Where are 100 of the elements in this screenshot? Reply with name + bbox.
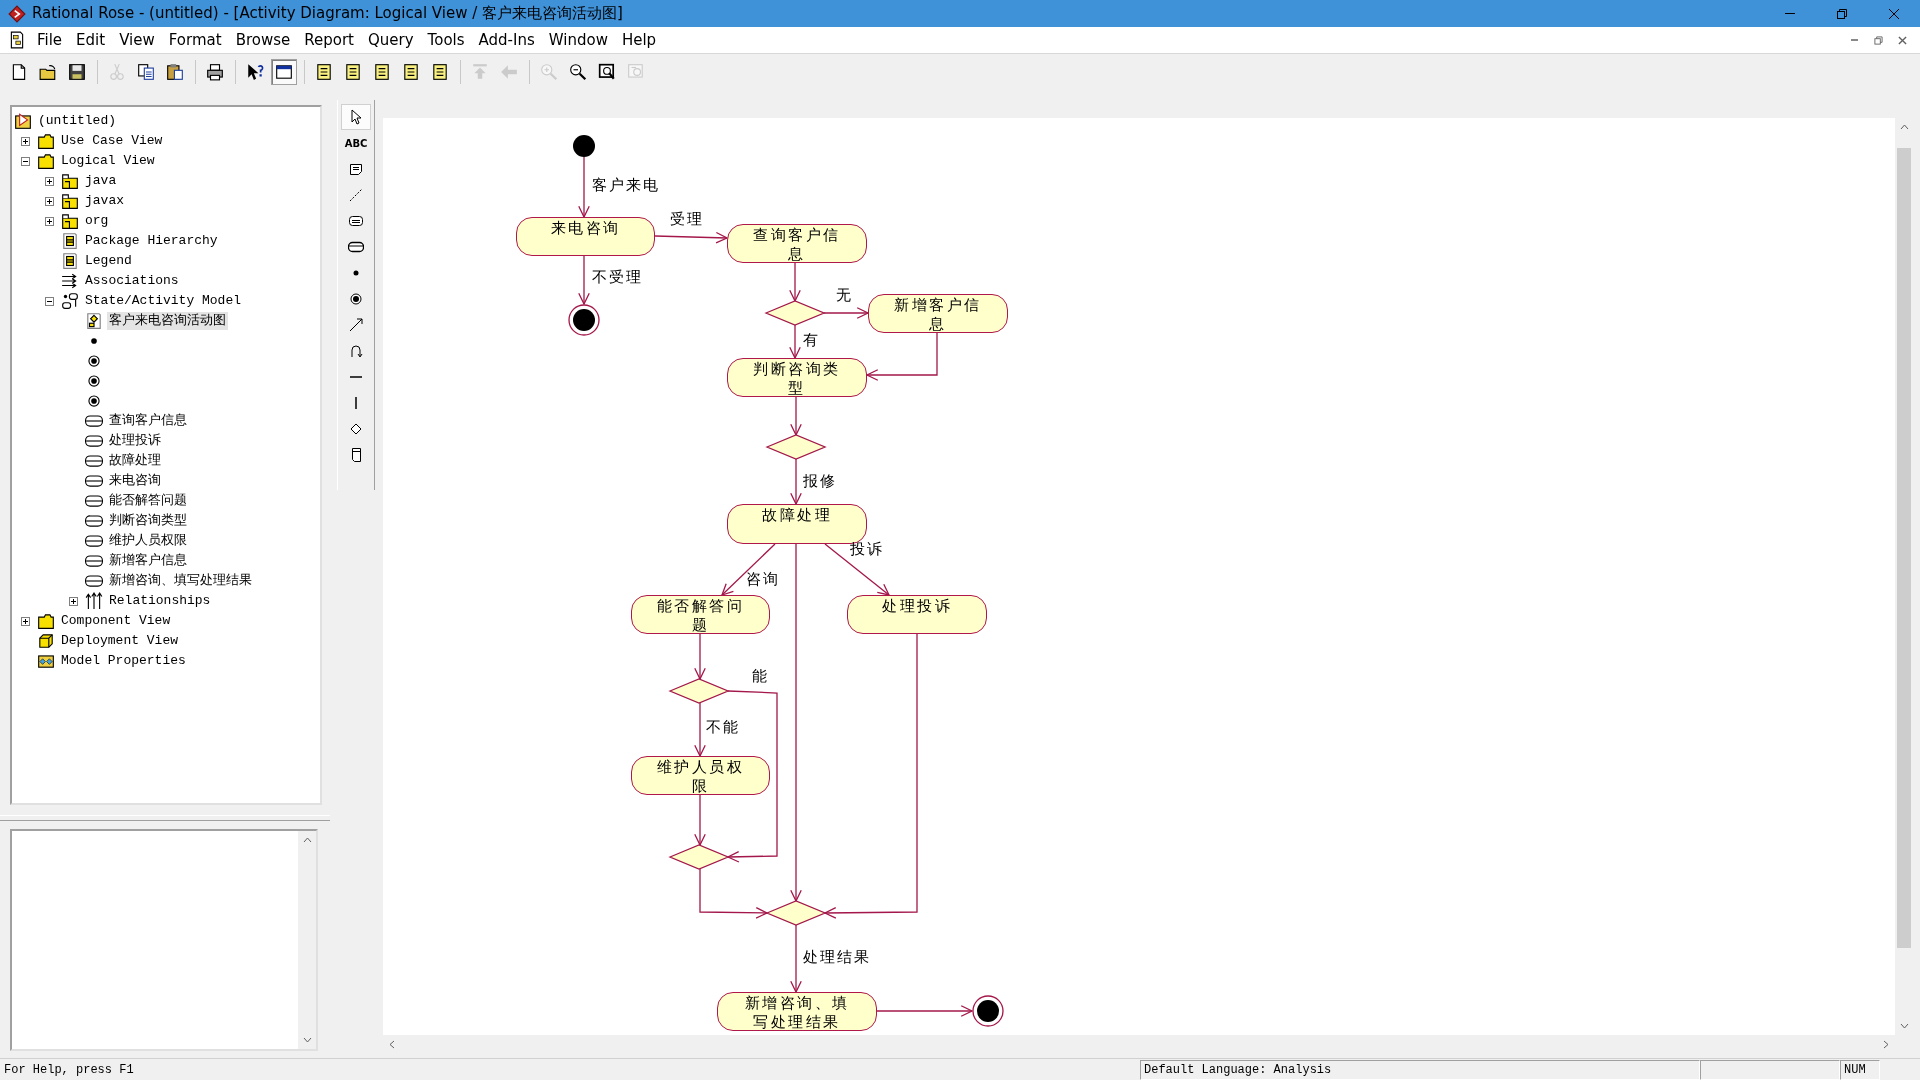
end-state-icon: [348, 291, 364, 307]
diamond-icon: [348, 421, 364, 437]
activity-icon: [85, 552, 103, 570]
tree-item[interactable]: 查询客户信息: [107, 412, 189, 430]
activity-icon: [85, 572, 103, 590]
select-tool-button[interactable]: [341, 104, 371, 130]
plus-box-icon[interactable]: [20, 616, 30, 626]
menu-item[interactable]: Format: [161, 27, 229, 53]
diagram-icon: [61, 252, 79, 270]
clipboard-icon: [166, 63, 184, 81]
state-icon: [348, 213, 364, 229]
activity-icon: [85, 472, 103, 490]
tree-item[interactable]: 判断咨询类型: [107, 512, 189, 530]
properties-icon: [37, 652, 55, 670]
tree-item[interactable]: Associations: [83, 272, 181, 290]
tree-item[interactable]: org: [83, 212, 111, 230]
tree-item[interactable]: 客户来电咨询活动图: [107, 312, 228, 330]
activity-node: 判断咨询类型: [727, 358, 867, 397]
transition-arrow: [789, 262, 801, 303]
chevron-down-icon: [302, 1037, 312, 1043]
tree-item[interactable]: 来电咨询: [107, 472, 163, 490]
activity-diagram-icon: [85, 312, 103, 330]
transition-label: 处理结果: [803, 948, 871, 966]
chevron-up-icon: [1899, 124, 1909, 130]
transition-arrow: [789, 324, 801, 360]
text-tool-button[interactable]: ABC: [341, 130, 371, 156]
tree-item[interactable]: Deployment View: [59, 632, 181, 650]
diagram-icon: [61, 232, 79, 250]
decision-node: [765, 900, 827, 926]
tree-item[interactable]: 故障处理: [107, 452, 163, 470]
window-title: Rational Rose - (untitled) - [Activity Diagram: Logical View / 客户来电咨询活动图]: [31, 3, 623, 25]
menu-item[interactable]: Report: [297, 27, 361, 53]
menu-item[interactable]: Window: [541, 27, 615, 53]
end-state-icon[interactable]: [85, 392, 103, 410]
menu-item[interactable]: Edit: [69, 27, 113, 53]
plus-box-icon[interactable]: [20, 136, 30, 146]
tree-item[interactable]: javax: [83, 192, 126, 210]
loop-arrow-icon: [348, 343, 364, 359]
pointer-icon: [348, 109, 364, 125]
associations-icon: [61, 272, 79, 290]
tree-item[interactable]: 能否解答问题: [107, 492, 189, 510]
scrollbar-thumb[interactable]: [1897, 148, 1911, 948]
end-state-icon[interactable]: [85, 372, 103, 390]
tree-item[interactable]: java: [83, 172, 119, 190]
help-pointer-icon: [246, 63, 264, 81]
tree-item[interactable]: Use Case View: [59, 132, 165, 150]
transition-arrow: [790, 458, 802, 506]
minus-box-icon[interactable]: [20, 156, 30, 166]
tree-item[interactable]: State/Activity Model: [83, 292, 244, 310]
deployment-icon: [37, 632, 55, 650]
plus-box-icon[interactable]: [44, 176, 54, 186]
activity-icon: [85, 512, 103, 530]
tree-item[interactable]: Logical View: [59, 152, 157, 170]
menu-item[interactable]: Help: [614, 27, 664, 53]
tree-item[interactable]: 新增咨询、填写处理结果: [107, 572, 254, 590]
diagram-page-icon: [402, 63, 420, 81]
chevron-right-icon: [1883, 1039, 1889, 1049]
plus-box-icon[interactable]: [44, 216, 54, 226]
transition-label: 不受理: [592, 268, 643, 286]
decision-node: [764, 300, 826, 326]
language-panel: Default Language: Analysis: [1140, 1059, 1700, 1080]
transition-label: 不能: [706, 718, 740, 736]
relationships-icon: [85, 592, 103, 610]
tree-item[interactable]: Relationships: [107, 592, 213, 610]
undo-fit-icon: [627, 63, 645, 81]
browse-window-button[interactable]: [271, 59, 297, 85]
minus-box-icon[interactable]: [44, 296, 54, 306]
window-icon: [275, 63, 293, 81]
tree-item[interactable]: 维护人员权限: [107, 532, 189, 550]
decision-node: [765, 434, 827, 460]
activity-icon: [85, 532, 103, 550]
tree-item[interactable]: (untitled): [36, 112, 118, 130]
transition-arrow: [823, 307, 870, 319]
transition-label: 受理: [670, 210, 704, 228]
transition-label: 无: [836, 286, 853, 304]
folder-icon: [37, 152, 55, 170]
tree-item[interactable]: 处理投诉: [107, 432, 163, 450]
transition-arrow: [694, 633, 706, 681]
start-node: [573, 135, 595, 157]
menu-item[interactable]: Add-Ins: [471, 27, 542, 53]
end-node: [568, 304, 600, 336]
menu-item[interactable]: View: [112, 27, 162, 53]
plus-box-icon[interactable]: [44, 196, 54, 206]
activity-icon: [85, 492, 103, 510]
decision-node: [668, 844, 730, 870]
tree-item[interactable]: Legend: [83, 252, 134, 270]
plus-box-icon[interactable]: [68, 596, 78, 606]
end-state-icon[interactable]: [85, 352, 103, 370]
menu-item[interactable]: Browse: [228, 27, 298, 53]
menu-item[interactable]: Query: [361, 27, 421, 53]
tree-item[interactable]: Model Properties: [59, 652, 188, 670]
menu-item[interactable]: File: [30, 27, 70, 53]
tree-item[interactable]: 新增客户信息: [107, 552, 189, 570]
restore-icon: [1873, 35, 1883, 45]
tree-item[interactable]: Component View: [59, 612, 173, 630]
decision-node: [668, 678, 730, 704]
tree-item[interactable]: Package Hierarchy: [83, 232, 220, 250]
menu-item[interactable]: Tools: [420, 27, 472, 53]
fit-window-icon: [598, 63, 616, 81]
close-icon: [1888, 7, 1900, 20]
